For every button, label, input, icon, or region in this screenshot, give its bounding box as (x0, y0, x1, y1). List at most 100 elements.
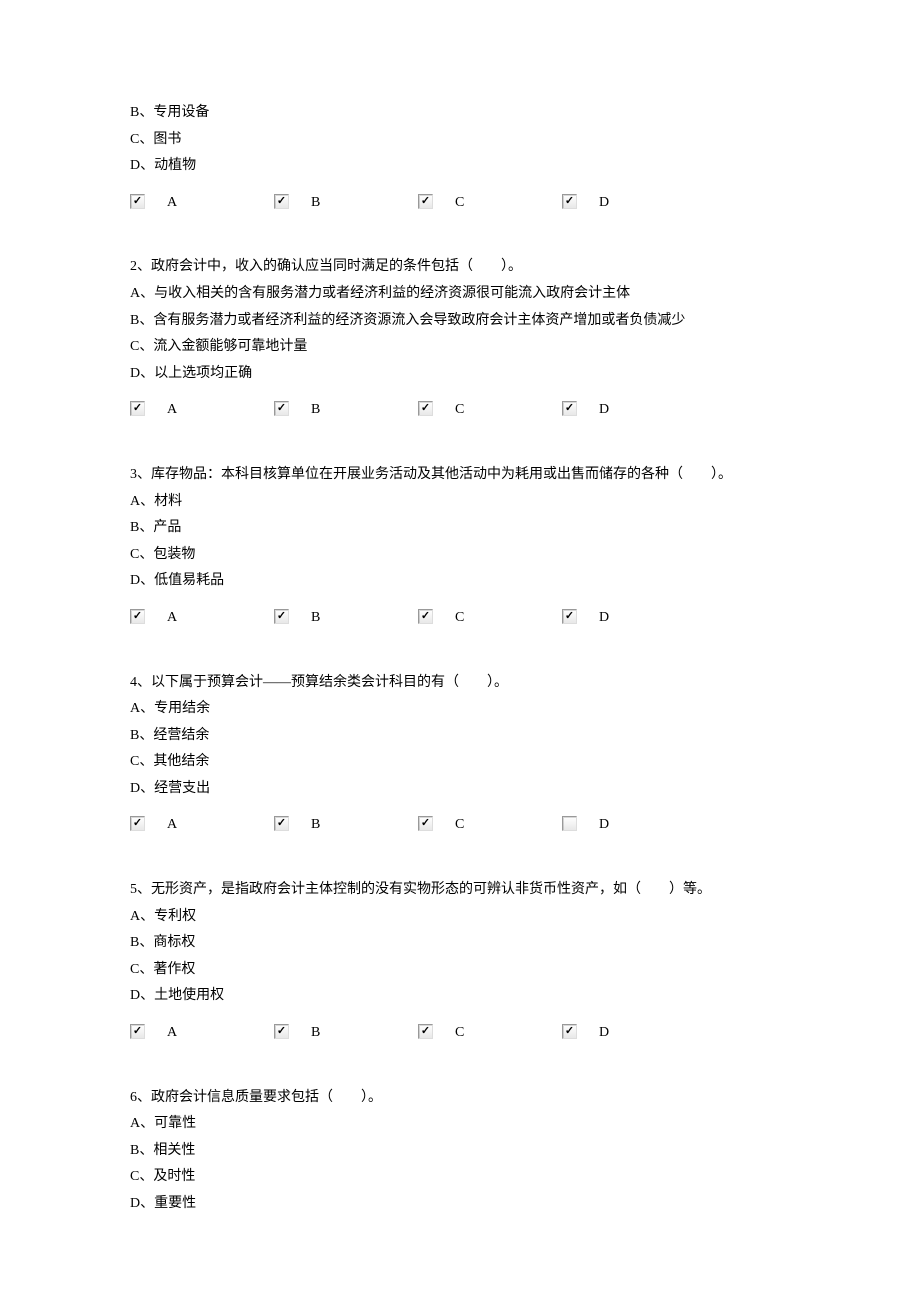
option-line: B、含有服务潜力或者经济利益的经济资源流入会导致政府会计主体资产增加或者负债减少 (130, 308, 790, 335)
option-line: C、其他结余 (130, 749, 790, 776)
checkbox-item-a: ✓A (130, 393, 274, 424)
checkbox-label: B (311, 601, 320, 632)
checkbox-row: ✓A✓B✓C✓D (130, 601, 790, 632)
checkbox-item-a: ✓A (130, 1016, 274, 1047)
option-line: C、流入金额能够可靠地计量 (130, 334, 790, 361)
checkbox-d[interactable]: ✓ (562, 401, 577, 416)
checkbox-label: D (599, 601, 609, 632)
option-line: B、相关性 (130, 1138, 790, 1165)
checkbox-label: D (599, 808, 609, 839)
option-line: D、土地使用权 (130, 983, 790, 1010)
checkbox-label: D (599, 186, 609, 217)
checkbox-d[interactable] (562, 816, 577, 831)
checkbox-a[interactable]: ✓ (130, 609, 145, 624)
checkbox-label: B (311, 1016, 320, 1047)
checkbox-item-d: ✓D (562, 1016, 706, 1047)
checkbox-item-c: ✓C (418, 186, 562, 217)
document-body: B、专用设备C、图书D、动植物✓A✓B✓C✓D2、政府会计中，收入的确认应当同时… (130, 100, 790, 1218)
option-line: B、专用设备 (130, 100, 790, 127)
checkbox-item-c: ✓C (418, 808, 562, 839)
checkbox-item-c: ✓C (418, 1016, 562, 1047)
checkbox-row: ✓A✓B✓C✓D (130, 1016, 790, 1047)
option-line: C、及时性 (130, 1164, 790, 1191)
question-stem: 2、政府会计中，收入的确认应当同时满足的条件包括（ ）。 (130, 254, 790, 281)
checkbox-label: B (311, 186, 320, 217)
checkbox-c[interactable]: ✓ (418, 194, 433, 209)
option-line: B、经营结余 (130, 723, 790, 750)
checkbox-b[interactable]: ✓ (274, 609, 289, 624)
checkbox-c[interactable]: ✓ (418, 609, 433, 624)
option-line: D、动植物 (130, 153, 790, 180)
checkbox-d[interactable]: ✓ (562, 1024, 577, 1039)
checkbox-c[interactable]: ✓ (418, 401, 433, 416)
checkbox-item-d: D (562, 808, 706, 839)
checkbox-label: D (599, 1016, 609, 1047)
checkbox-item-b: ✓B (274, 186, 418, 217)
option-line: B、产品 (130, 515, 790, 542)
checkbox-b[interactable]: ✓ (274, 194, 289, 209)
checkbox-item-b: ✓B (274, 1016, 418, 1047)
option-line: D、以上选项均正确 (130, 361, 790, 388)
checkbox-a[interactable]: ✓ (130, 1024, 145, 1039)
checkbox-label: B (311, 393, 320, 424)
checkbox-item-c: ✓C (418, 393, 562, 424)
checkbox-label: B (311, 808, 320, 839)
checkbox-a[interactable]: ✓ (130, 401, 145, 416)
option-line: D、经营支出 (130, 776, 790, 803)
checkbox-item-b: ✓B (274, 601, 418, 632)
checkbox-c[interactable]: ✓ (418, 816, 433, 831)
checkbox-a[interactable]: ✓ (130, 194, 145, 209)
checkbox-row: ✓A✓B✓C✓D (130, 186, 790, 217)
checkbox-label: C (455, 393, 464, 424)
checkbox-label: A (167, 808, 177, 839)
checkbox-item-b: ✓B (274, 393, 418, 424)
checkbox-b[interactable]: ✓ (274, 1024, 289, 1039)
option-line: A、与收入相关的含有服务潜力或者经济利益的经济资源很可能流入政府会计主体 (130, 281, 790, 308)
checkbox-label: A (167, 393, 177, 424)
checkbox-label: D (599, 393, 609, 424)
question-stem: 3、库存物品：本科目核算单位在开展业务活动及其他活动中为耗用或出售而储存的各种（… (130, 462, 790, 489)
checkbox-label: C (455, 1016, 464, 1047)
option-line: C、著作权 (130, 957, 790, 984)
option-line: D、低值易耗品 (130, 568, 790, 595)
checkbox-a[interactable]: ✓ (130, 816, 145, 831)
option-line: A、专利权 (130, 904, 790, 931)
question-block-3: 3、库存物品：本科目核算单位在开展业务活动及其他活动中为耗用或出售而储存的各种（… (130, 462, 790, 632)
question-block-2: 2、政府会计中，收入的确认应当同时满足的条件包括（ ）。A、与收入相关的含有服务… (130, 254, 790, 424)
question-block-5: 5、无形资产，是指政府会计主体控制的没有实物形态的可辨认非货币性资产，如（ ）等… (130, 877, 790, 1047)
question-stem: 4、以下属于预算会计——预算结余类会计科目的有（ ）。 (130, 670, 790, 697)
option-line: A、可靠性 (130, 1111, 790, 1138)
question-block-6: 6、政府会计信息质量要求包括（ ）。A、可靠性B、相关性C、及时性D、重要性 (130, 1085, 790, 1218)
checkbox-row: ✓A✓B✓CD (130, 808, 790, 839)
checkbox-item-a: ✓A (130, 601, 274, 632)
checkbox-d[interactable]: ✓ (562, 194, 577, 209)
option-line: C、图书 (130, 127, 790, 154)
checkbox-label: A (167, 1016, 177, 1047)
checkbox-label: C (455, 601, 464, 632)
checkbox-d[interactable]: ✓ (562, 609, 577, 624)
checkbox-item-a: ✓A (130, 186, 274, 217)
option-line: D、重要性 (130, 1191, 790, 1218)
option-line: B、商标权 (130, 930, 790, 957)
checkbox-c[interactable]: ✓ (418, 1024, 433, 1039)
question-block-1: B、专用设备C、图书D、动植物✓A✓B✓C✓D (130, 100, 790, 216)
checkbox-item-b: ✓B (274, 808, 418, 839)
checkbox-item-c: ✓C (418, 601, 562, 632)
checkbox-item-a: ✓A (130, 808, 274, 839)
option-line: C、包装物 (130, 542, 790, 569)
checkbox-label: A (167, 186, 177, 217)
option-line: A、专用结余 (130, 696, 790, 723)
question-block-4: 4、以下属于预算会计——预算结余类会计科目的有（ ）。A、专用结余B、经营结余C… (130, 670, 790, 840)
checkbox-row: ✓A✓B✓C✓D (130, 393, 790, 424)
checkbox-b[interactable]: ✓ (274, 816, 289, 831)
checkbox-label: C (455, 186, 464, 217)
question-stem: 5、无形资产，是指政府会计主体控制的没有实物形态的可辨认非货币性资产，如（ ）等… (130, 877, 790, 904)
checkbox-item-d: ✓D (562, 186, 706, 217)
checkbox-label: C (455, 808, 464, 839)
question-stem: 6、政府会计信息质量要求包括（ ）。 (130, 1085, 790, 1112)
checkbox-b[interactable]: ✓ (274, 401, 289, 416)
checkbox-label: A (167, 601, 177, 632)
option-line: A、材料 (130, 489, 790, 516)
checkbox-item-d: ✓D (562, 601, 706, 632)
checkbox-item-d: ✓D (562, 393, 706, 424)
